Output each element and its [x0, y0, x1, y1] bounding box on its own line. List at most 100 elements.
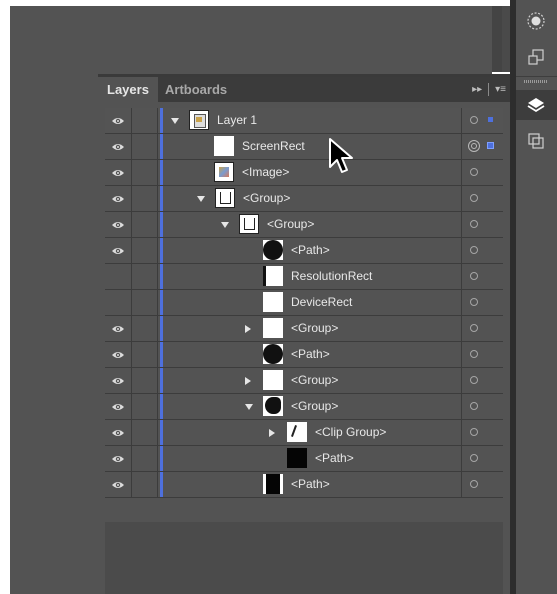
layer-row[interactable]: <Path> — [105, 238, 503, 264]
layer-name[interactable]: <Group> — [267, 212, 314, 237]
layer-name[interactable]: Layer 1 — [217, 108, 257, 133]
target-icon[interactable] — [470, 272, 478, 280]
tab-artboards[interactable]: Artboards — [156, 77, 236, 102]
tab-layers[interactable]: Layers — [98, 77, 158, 102]
layer-name[interactable]: ResolutionRect — [291, 264, 372, 289]
lock-toggle[interactable] — [132, 108, 158, 133]
visibility-toggle[interactable] — [105, 134, 132, 159]
visibility-toggle[interactable] — [105, 212, 132, 237]
layer-name[interactable]: <Path> — [291, 238, 330, 263]
layer-row[interactable]: <Path> — [105, 472, 503, 498]
visibility-toggle[interactable] — [105, 368, 132, 393]
lock-toggle[interactable] — [132, 420, 158, 445]
target-icon[interactable] — [470, 116, 478, 124]
layer-row[interactable]: <Path> — [105, 342, 503, 368]
layer-row[interactable]: <Clip Group> — [105, 420, 503, 446]
layers-icon[interactable] — [524, 94, 548, 116]
target-icon[interactable] — [470, 480, 478, 488]
layer-row[interactable]: <Group> — [105, 368, 503, 394]
lock-toggle[interactable] — [132, 368, 158, 393]
visibility-toggle[interactable] — [105, 472, 132, 497]
visibility-toggle[interactable] — [105, 420, 132, 445]
layer-row[interactable]: <Group> — [105, 212, 503, 238]
visibility-toggle[interactable] — [105, 160, 132, 185]
visibility-toggle[interactable] — [105, 316, 132, 341]
layer-name[interactable]: <Group> — [243, 186, 290, 211]
layer-name[interactable]: <Group> — [291, 394, 338, 419]
expand-triangle-down-icon[interactable] — [171, 118, 179, 124]
target-icon[interactable] — [470, 168, 478, 176]
expand-triangle-right-icon[interactable] — [269, 429, 275, 437]
layer-name[interactable]: <Group> — [291, 368, 338, 393]
layer-name[interactable]: <Image> — [242, 160, 289, 185]
target-icon[interactable] — [470, 350, 478, 358]
lock-toggle[interactable] — [132, 238, 158, 263]
selection-indicator[interactable] — [488, 117, 493, 122]
target-icon[interactable] — [470, 376, 478, 384]
eye-icon — [111, 168, 125, 178]
lock-toggle[interactable] — [132, 316, 158, 341]
visibility-toggle[interactable] — [105, 238, 132, 263]
selection-indicator[interactable] — [487, 142, 494, 149]
layer-row[interactable]: ScreenRect — [105, 134, 503, 160]
layer-row[interactable]: <Group> — [105, 186, 503, 212]
visibility-toggle[interactable] — [105, 264, 132, 289]
expand-triangle-right-icon[interactable] — [245, 377, 251, 385]
lock-toggle[interactable] — [132, 186, 158, 211]
target-icon[interactable] — [470, 246, 478, 254]
layer-name[interactable]: DeviceRect — [291, 290, 352, 315]
target-icon[interactable] — [468, 140, 480, 152]
target-icon[interactable] — [470, 402, 478, 410]
visibility-toggle[interactable] — [105, 290, 132, 315]
lock-toggle[interactable] — [132, 134, 158, 159]
lock-toggle[interactable] — [132, 394, 158, 419]
layer-name[interactable]: <Path> — [315, 446, 354, 471]
expand-triangle-down-icon[interactable] — [245, 404, 253, 410]
rect-thumbnail — [263, 318, 283, 338]
lock-toggle[interactable] — [132, 472, 158, 497]
lock-toggle[interactable] — [132, 264, 158, 289]
layer-row[interactable]: <Group> — [105, 316, 503, 342]
layer-row[interactable]: Layer 1 — [105, 108, 503, 134]
target-icon[interactable] — [470, 298, 478, 306]
artboard-export-icon[interactable] — [524, 46, 548, 68]
layer-row[interactable]: ResolutionRect — [105, 264, 503, 290]
lock-toggle[interactable] — [132, 160, 158, 185]
layer-name[interactable]: <Clip Group> — [315, 420, 386, 445]
expand-triangle-down-icon[interactable] — [197, 196, 205, 202]
dock-grip[interactable] — [524, 80, 548, 83]
lock-toggle[interactable] — [132, 446, 158, 471]
layer-name[interactable]: <Path> — [291, 472, 330, 497]
panel-menu-icon[interactable]: ▾≡ — [495, 84, 506, 95]
layer-name[interactable]: ScreenRect — [242, 134, 305, 159]
target-icon[interactable] — [470, 454, 478, 462]
layer-name[interactable]: <Group> — [291, 316, 338, 341]
visibility-toggle[interactable] — [105, 108, 132, 133]
panel-menu: ▸▸ ▾≡ — [454, 77, 510, 102]
layer-row[interactable]: <Group> — [105, 394, 503, 420]
expand-triangle-down-icon[interactable] — [221, 222, 229, 228]
visibility-toggle[interactable] — [105, 446, 132, 471]
lock-toggle[interactable] — [132, 290, 158, 315]
brightness-icon[interactable] — [524, 10, 548, 32]
fast-forward-icon[interactable]: ▸▸ — [472, 84, 482, 95]
visibility-toggle[interactable] — [105, 394, 132, 419]
target-icon[interactable] — [470, 428, 478, 436]
pathfinder-icon[interactable] — [524, 130, 548, 152]
visibility-toggle[interactable] — [105, 342, 132, 367]
layer-row[interactable]: DeviceRect — [105, 290, 503, 316]
lock-toggle[interactable] — [132, 342, 158, 367]
path-thumbnail — [263, 474, 283, 494]
target-icon[interactable] — [470, 220, 478, 228]
lock-toggle[interactable] — [132, 212, 158, 237]
expand-triangle-right-icon[interactable] — [245, 325, 251, 333]
layer-row[interactable]: <Image> — [105, 160, 503, 186]
layer-name[interactable]: <Path> — [291, 342, 330, 367]
target-icon[interactable] — [470, 194, 478, 202]
visibility-toggle[interactable] — [105, 186, 132, 211]
target-icon[interactable] — [470, 324, 478, 332]
layer-color-bar — [160, 238, 163, 263]
layer-color-bar — [160, 316, 163, 341]
layer-row[interactable]: <Path> — [105, 446, 503, 472]
eye-icon — [111, 324, 125, 334]
